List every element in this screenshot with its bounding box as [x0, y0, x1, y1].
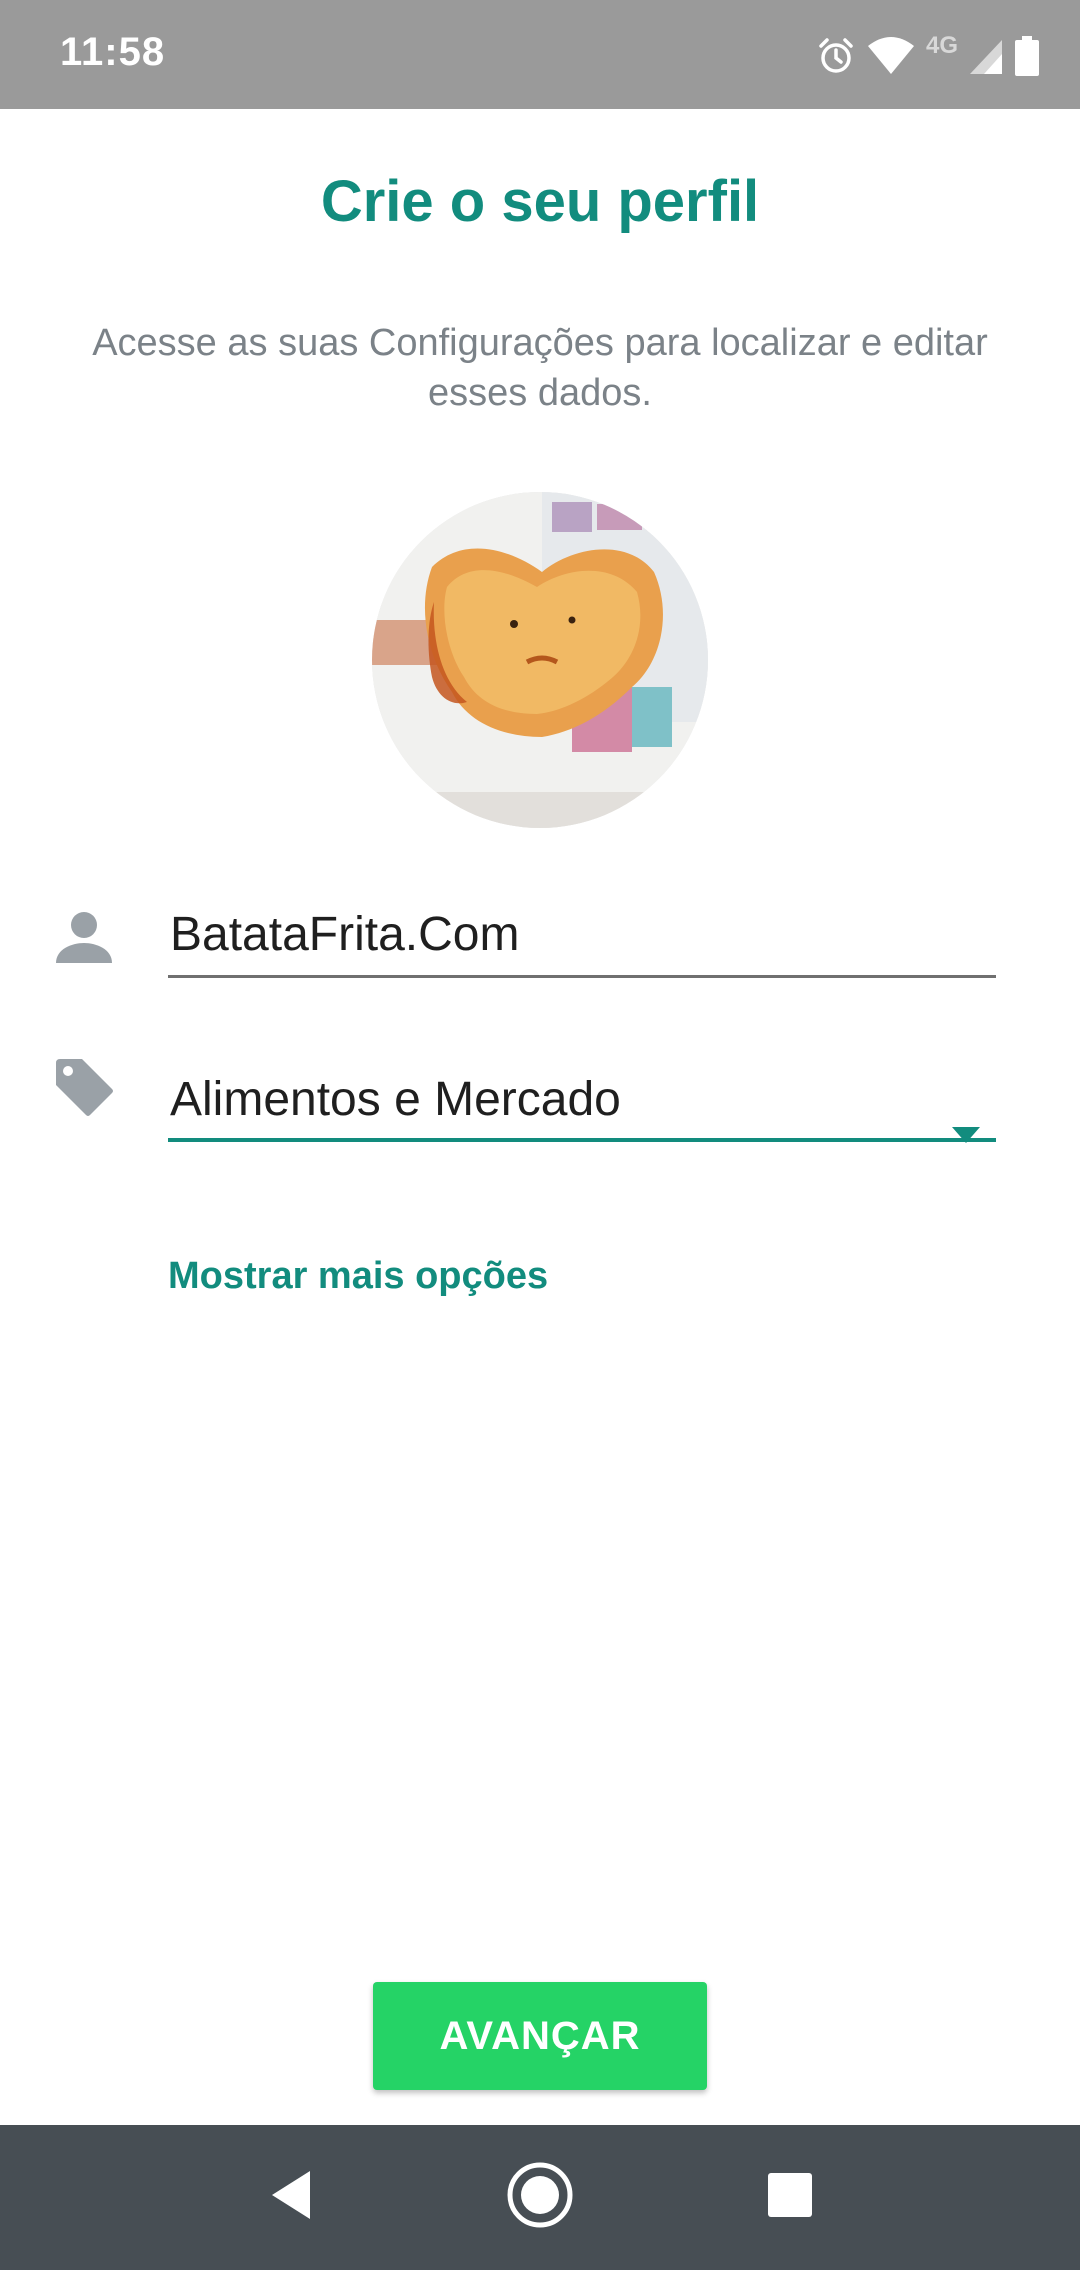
back-button[interactable] — [240, 2125, 340, 2270]
dropdown-arrow-icon — [950, 1090, 982, 1143]
home-icon — [506, 2161, 574, 2234]
profile-photo-image — [372, 492, 708, 828]
navigation-bar — [0, 2125, 1080, 2270]
tag-icon — [52, 1055, 116, 1119]
status-bar: 11:58 4G — [0, 0, 1080, 109]
status-time: 11:58 — [60, 30, 166, 74]
status-icons: 4G — [816, 28, 1040, 84]
category-value: Alimentos e Mercado — [170, 1073, 621, 1126]
battery-icon — [1014, 36, 1040, 76]
profile-photo[interactable] — [372, 492, 708, 828]
back-icon — [266, 2167, 314, 2228]
page-title: Crie o seu perfil — [320, 169, 760, 234]
category-select[interactable]: Alimentos e Mercado — [168, 1060, 996, 1143]
person-icon — [52, 905, 116, 969]
business-name-input[interactable]: BatataFrita.Com — [168, 900, 996, 978]
recents-icon — [766, 2171, 814, 2224]
next-button[interactable]: AVANÇAR — [373, 1982, 707, 2090]
page-subtitle: Acesse as suas Configurações para locali… — [92, 322, 988, 414]
more-options-link[interactable]: Mostrar mais opções — [168, 1255, 548, 1298]
signal-icon — [968, 36, 1004, 76]
network-type: 4G — [925, 32, 958, 59]
wifi-icon — [866, 36, 916, 76]
home-button[interactable] — [490, 2125, 590, 2270]
recents-button[interactable] — [740, 2125, 840, 2270]
create-profile-screen: 11:58 4G Crie o seu perfil Acesse as sua… — [0, 0, 1080, 2270]
alarm-icon — [816, 36, 856, 76]
